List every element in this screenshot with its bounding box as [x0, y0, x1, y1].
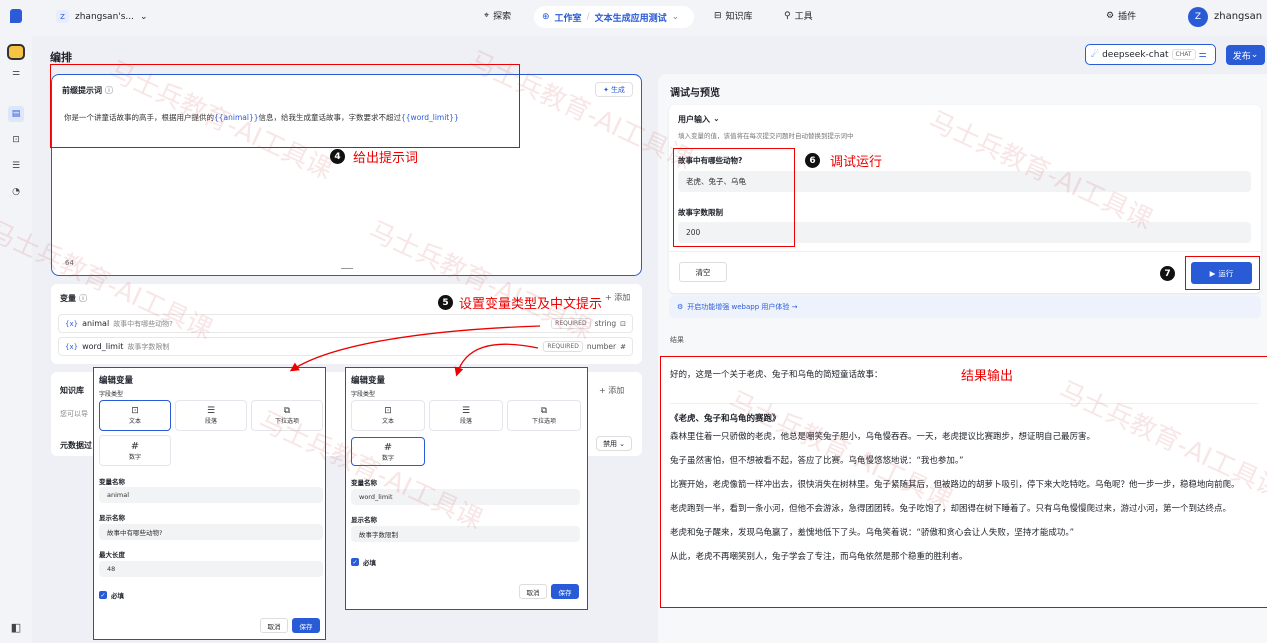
story-paragraph: 比赛开始，老虎像箭一样冲出去，很快消失在树林里。兔子紧随其后，但被路边的胡萝卜吸… [670, 480, 1240, 490]
user-input-toggle[interactable]: 用户输入 ⌄ [678, 114, 720, 125]
clear-button[interactable]: 清空 [679, 262, 727, 282]
debug-title: 调试与预览 [670, 88, 720, 99]
arrow-to-dialog1 [289, 325, 541, 372]
annotation-box-inputs [673, 148, 795, 247]
story-paragraph: 老虎和兔子醒来，发现乌龟赢了，羞愧地低下了头。乌龟笑着说：“骄傲和贪心会让人失败… [670, 528, 1075, 538]
annotation-number: 6 [805, 153, 820, 168]
user-input-label: 用户输入 [678, 115, 710, 124]
chevron-down-icon: ⌄ [713, 114, 720, 123]
result-label: 结果 [670, 336, 684, 344]
annotation-text: 调试运行 [830, 155, 883, 170]
annotation-result: 结果输出 [961, 369, 1014, 384]
story-paragraph: 老虎跑到一半，看到一条小河，但他不会游泳，急得团团转。兔子吃饱了，却困得在树下睡… [670, 504, 1232, 514]
result-output: 好的，这是一个关于老虎、兔子和乌龟的简短童话故事： 《老虎、兔子和乌龟的赛跑》 … [660, 356, 1267, 608]
annotation-7: 7 [1160, 266, 1175, 281]
divider [669, 251, 1261, 252]
enhance-icon: ⚙ [677, 303, 684, 311]
annotation-6: 6 调试运行 [805, 151, 882, 170]
arrow-to-dialog2 [454, 343, 539, 377]
divider [670, 403, 1258, 404]
story-title: 《老虎、兔子和乌龟的赛跑》 [670, 414, 781, 424]
story-paragraph: 兔子虽然害怕，但不想被看不起，答应了比赛。乌龟慢悠悠地说：“我也参加。” [670, 456, 964, 466]
story-paragraph: 从此，老虎不再嘲笑别人，兔子学会了专注，而乌龟依然是那个稳重的胜利者。 [670, 552, 968, 562]
user-input-hint: 填入变量的值，该值将在每次提交问题时自动替换到提示词中 [678, 132, 854, 140]
debug-panel: 调试与预览 用户输入 ⌄ 填入变量的值，该值将在每次提交问题时自动替换到提示词中 … [658, 74, 1267, 643]
story-paragraph: 森林里住着一只骄傲的老虎，他总是嘲笑兔子胆小，乌龟慢吞吞。一天，老虎提议比赛跑步… [670, 432, 1096, 442]
enhance-label: 开启功能增强 webapp 用户体验 → [687, 303, 798, 311]
annotation-box-run [1185, 256, 1260, 290]
enhance-link[interactable]: ⚙ 开启功能增强 webapp 用户体验 → [669, 296, 1261, 318]
